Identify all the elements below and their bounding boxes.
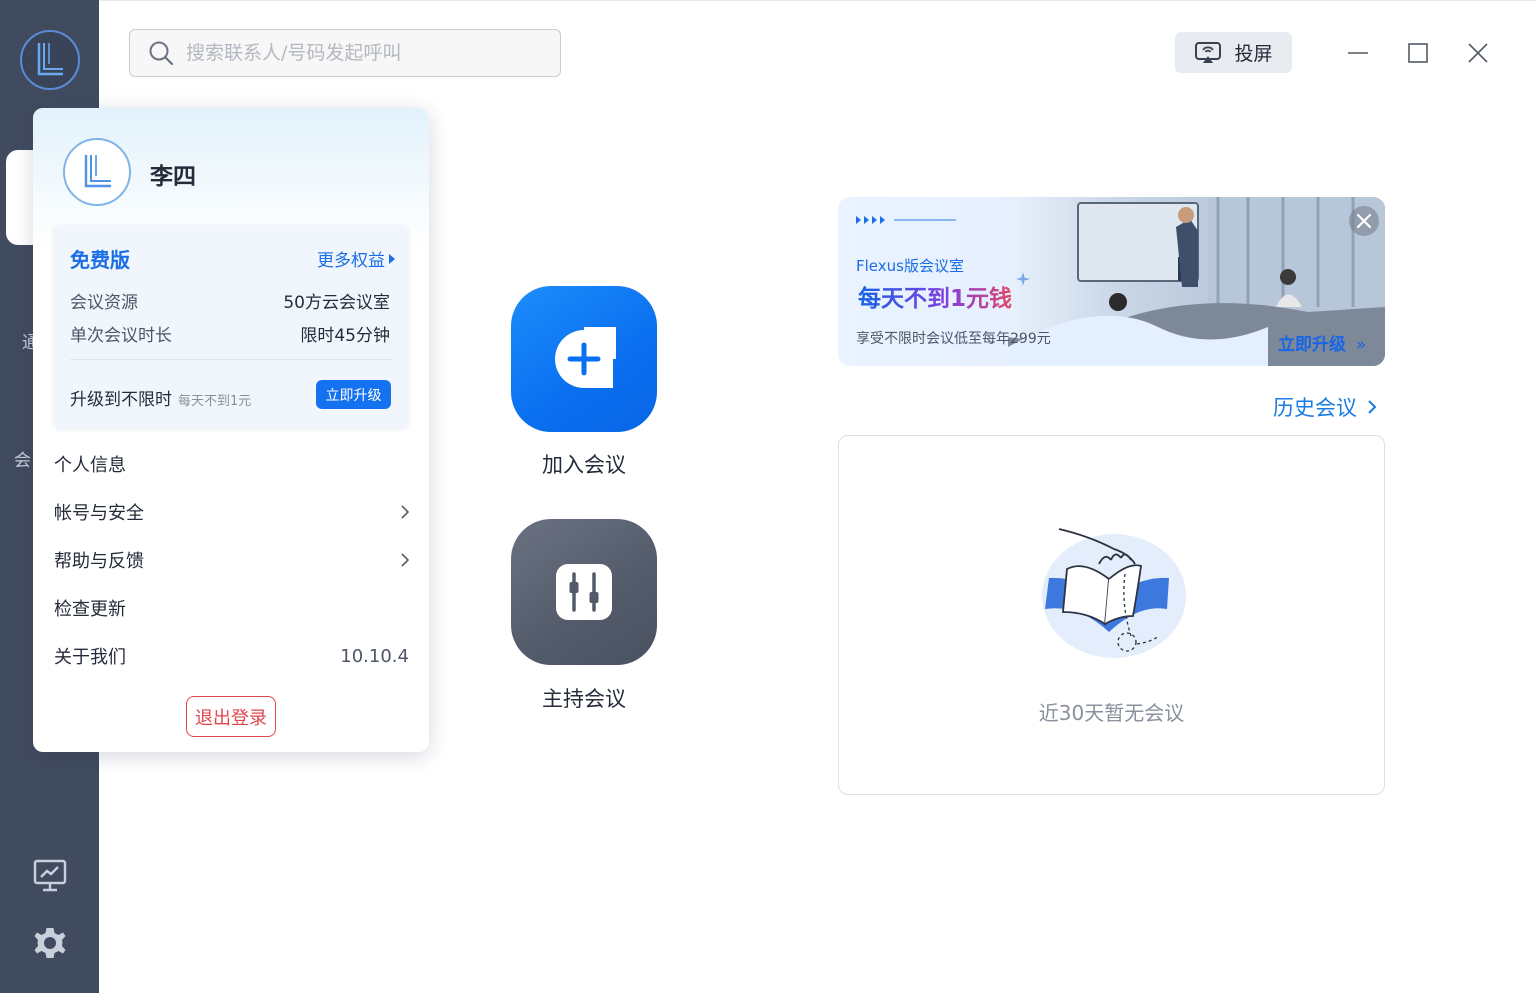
history-meetings-panel: 近30天暂无会议 [838, 435, 1385, 795]
plan-row-label: 会议资源 [70, 293, 138, 313]
menu-item-about-us[interactable]: 关于我们 10.10.4 [33, 634, 429, 678]
banner-decoration-icon [856, 216, 956, 224]
maximize-button[interactable] [1403, 38, 1433, 68]
join-meeting-icon [555, 327, 616, 388]
banner-close-button[interactable] [1349, 206, 1379, 236]
top-border [99, 0, 1537, 1]
logout-button[interactable]: 退出登录 [186, 696, 276, 737]
search-input[interactable] [186, 42, 546, 64]
profile-name: 李四 [150, 164, 196, 190]
chevron-right-icon [1368, 400, 1377, 414]
profile-popover: 李四 免费版 更多权益 会议资源 50方云会议室 单次会议时长 限时45分钟 升… [33, 108, 429, 752]
upgrade-promo-sub: 每天不到1元 [178, 394, 252, 409]
menu-item-account-security[interactable]: 帐号与安全 [33, 490, 429, 534]
plan-title: 免费版 [70, 248, 130, 272]
app-logo-icon [37, 43, 63, 76]
close-icon [1468, 43, 1488, 63]
app-logo-icon [84, 155, 111, 188]
upgrade-promo-text: 升级到不限时 [70, 390, 172, 410]
promo-banner[interactable]: Flexus版会议室 每天不到1元钱 享受不限时会议低至每年299元 立即升级 … [838, 197, 1385, 366]
search-box[interactable] [129, 29, 561, 77]
close-icon [1357, 214, 1371, 228]
empty-state-text: 近30天暂无会议 [1038, 701, 1185, 725]
presentation-icon[interactable] [30, 855, 70, 895]
plan-row-resources: 会议资源 50方云会议室 [70, 288, 390, 313]
host-meeting-icon [556, 564, 612, 620]
history-meetings-label: 历史会议 [1273, 396, 1357, 420]
empty-book-illustration [1042, 528, 1186, 658]
double-chevron-right-icon: » [1355, 335, 1367, 355]
history-meetings-link[interactable]: 历史会议 [1273, 392, 1377, 422]
plan-row-value: 限时45分钟 [300, 326, 390, 346]
more-benefits-label: 更多权益 [317, 251, 385, 271]
rail-item-meetings-label[interactable]: 会 [14, 446, 31, 471]
close-window-button[interactable] [1463, 38, 1493, 68]
banner-description: 享受不限时会议低至每年299元 [856, 331, 1051, 347]
divider [70, 359, 392, 360]
minimize-icon [1348, 52, 1368, 54]
join-meeting-button[interactable] [511, 286, 657, 432]
host-meeting-label: 主持会议 [542, 687, 626, 711]
sparkle-icon [1016, 272, 1030, 286]
user-avatar-logo[interactable] [20, 30, 80, 90]
gear-icon[interactable] [30, 923, 70, 963]
maximize-icon [1408, 43, 1428, 63]
menu-item-label: 关于我们 [54, 647, 126, 668]
menu-item-label: 检查更新 [54, 599, 126, 620]
menu-item-help-feedback[interactable]: 帮助与反馈 [33, 538, 429, 582]
plan-row-value: 50方云会议室 [283, 293, 390, 313]
more-benefits-link[interactable]: 更多权益 [317, 246, 395, 271]
cast-screen-button[interactable]: 投屏 [1175, 32, 1292, 73]
upgrade-now-button[interactable]: 立即升级 [316, 380, 391, 409]
banner-headline: 每天不到1元钱 [858, 279, 1012, 313]
plan-card: 免费版 更多权益 会议资源 50方云会议室 单次会议时长 限时45分钟 升级到不… [53, 225, 409, 429]
banner-product-name: Flexus版会议室 [856, 257, 964, 275]
menu-item-label: 帐号与安全 [54, 503, 144, 524]
plan-row-duration: 单次会议时长 限时45分钟 [70, 321, 390, 346]
cast-screen-label: 投屏 [1234, 43, 1273, 65]
profile-avatar[interactable] [63, 138, 131, 206]
minimize-button[interactable] [1343, 38, 1373, 68]
banner-upgrade-link[interactable]: 立即升级 » [1278, 330, 1366, 355]
version-number: 10.10.4 [340, 645, 409, 667]
search-icon [149, 41, 174, 66]
cast-screen-icon [1195, 41, 1222, 63]
chevron-right-icon [401, 505, 409, 519]
chevron-right-icon [401, 553, 409, 567]
upgrade-promo: 升级到不限时 每天不到1元 [70, 385, 251, 410]
menu-item-label: 个人信息 [54, 455, 126, 476]
plan-row-label: 单次会议时长 [70, 326, 172, 346]
menu-item-personal-info[interactable]: 个人信息 [33, 442, 429, 486]
join-meeting-label: 加入会议 [542, 453, 626, 477]
caret-right-icon [389, 253, 395, 264]
menu-item-check-update[interactable]: 检查更新 [33, 586, 429, 630]
menu-item-label: 帮助与反馈 [54, 551, 144, 572]
banner-upgrade-label: 立即升级 [1278, 335, 1346, 355]
host-meeting-button[interactable] [511, 519, 657, 665]
